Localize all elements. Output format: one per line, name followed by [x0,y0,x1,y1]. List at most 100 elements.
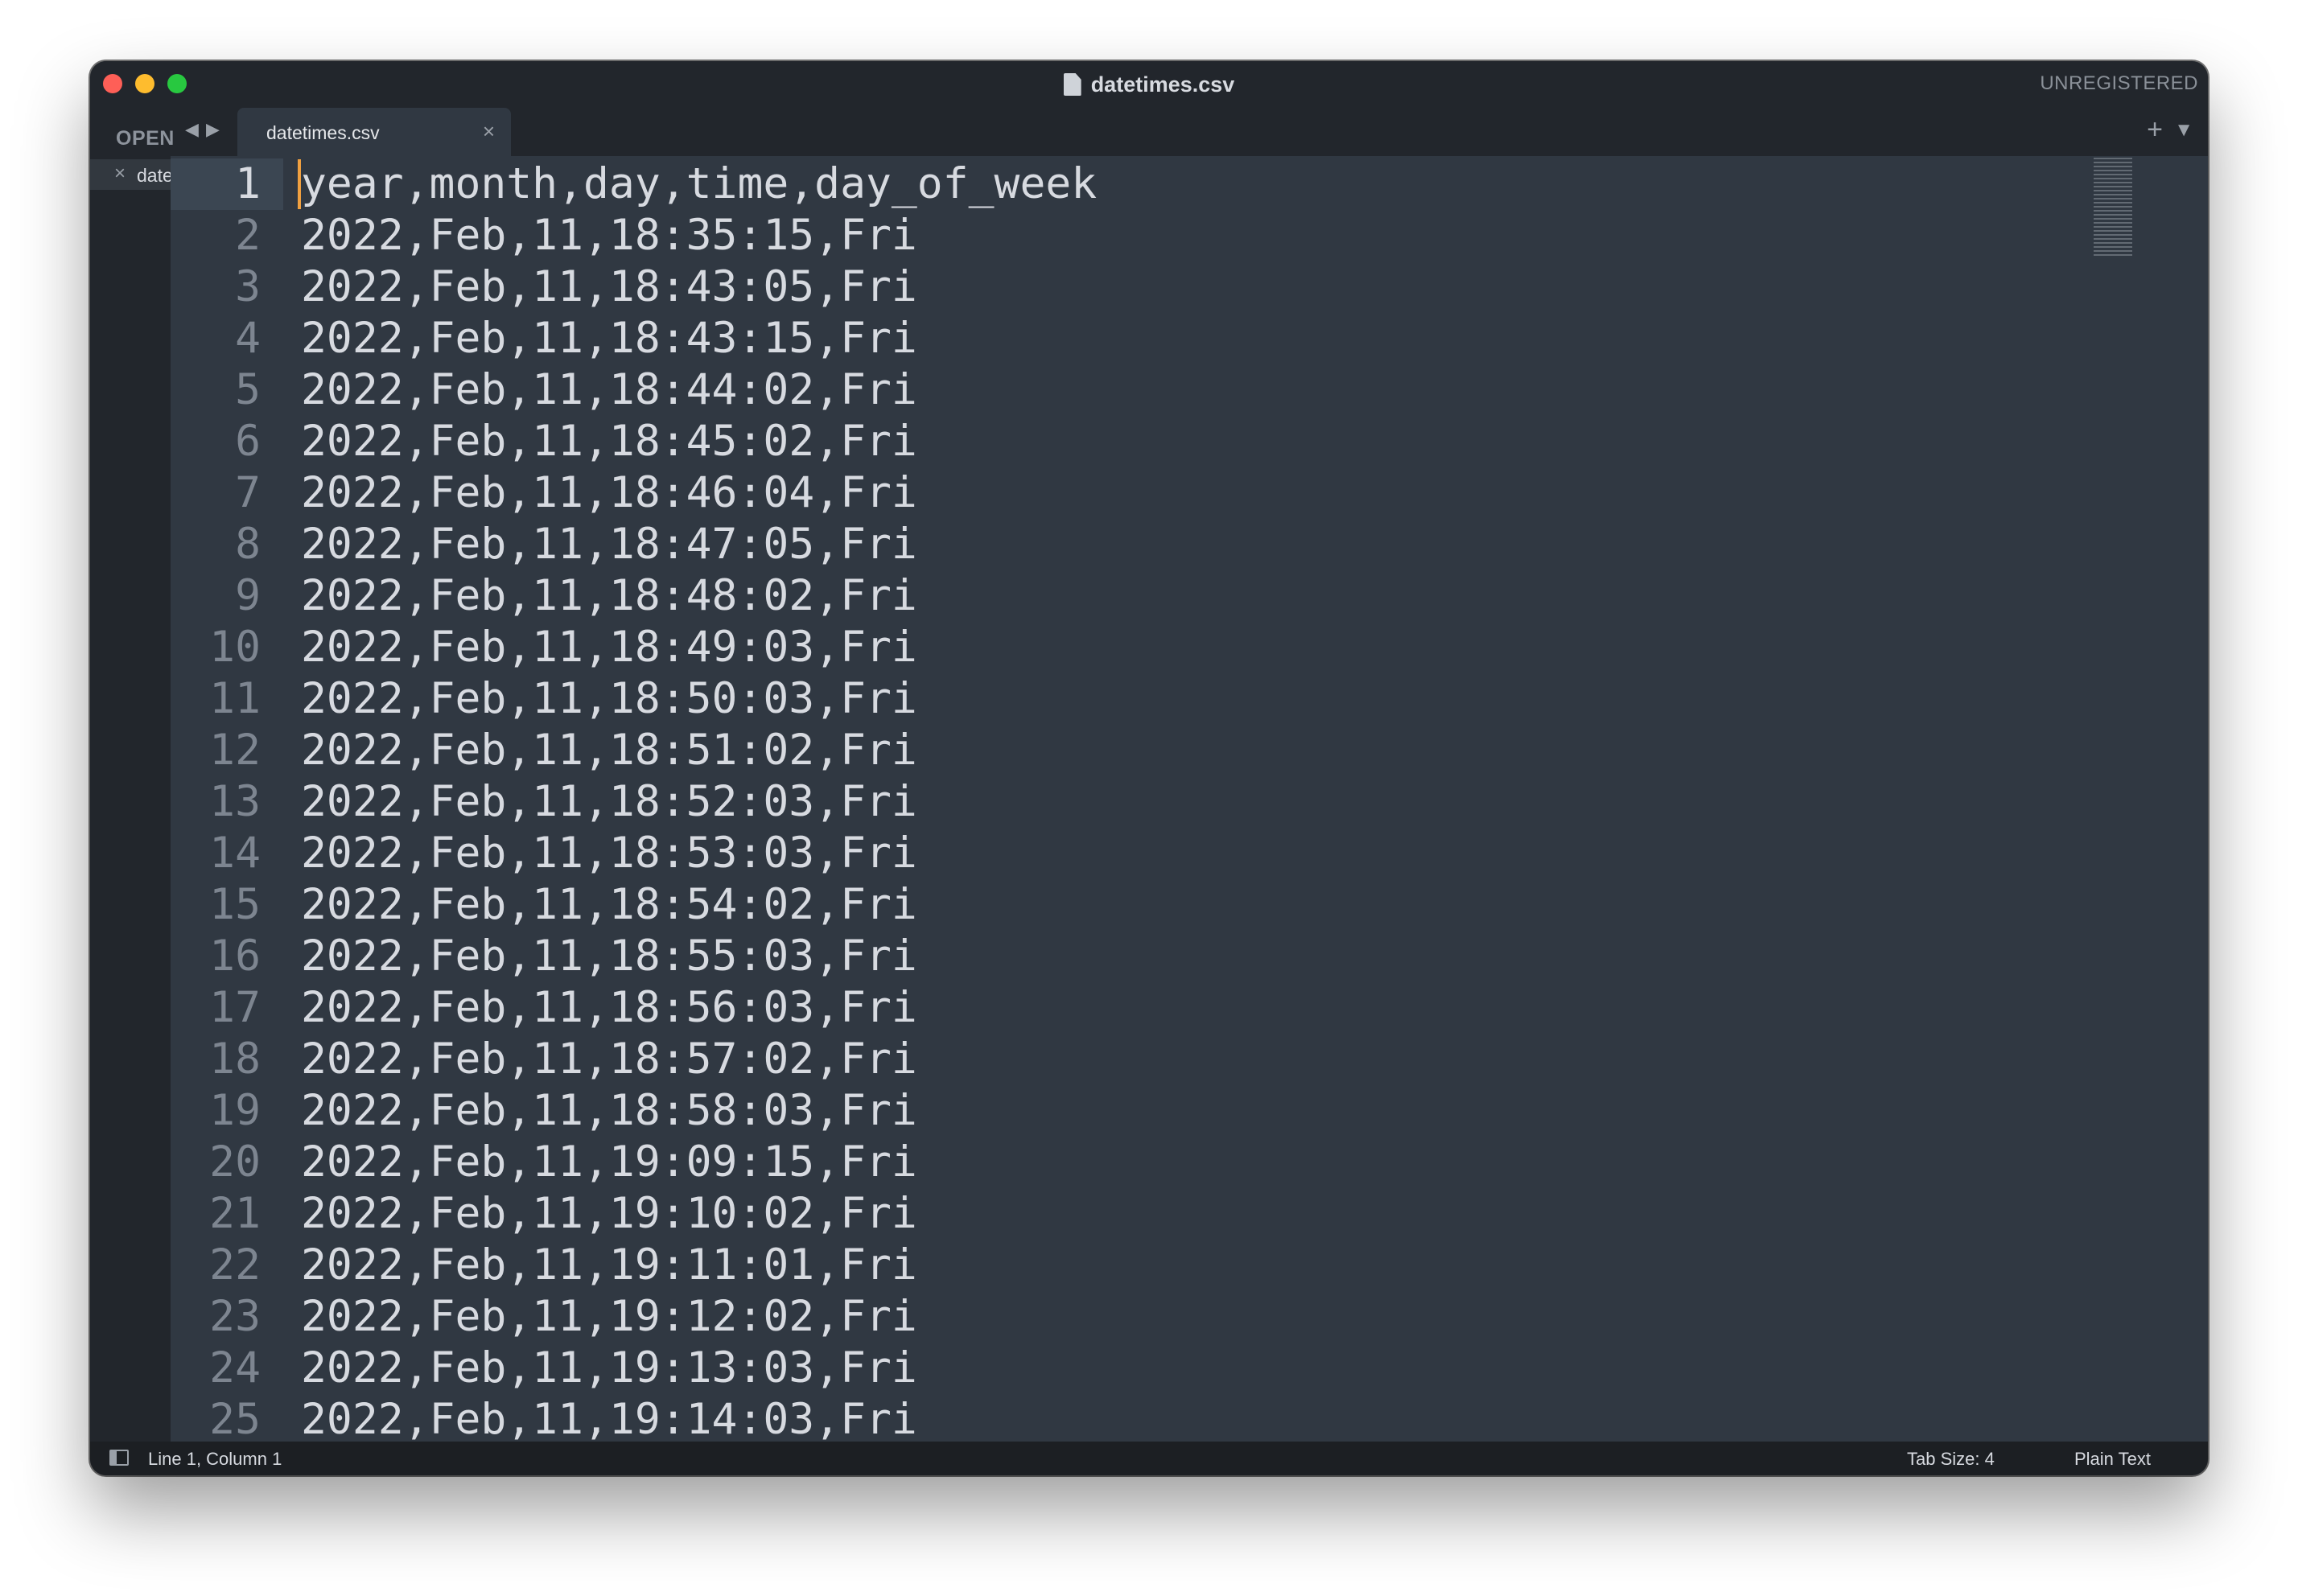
forward-arrow-icon[interactable]: ▶ [206,119,220,140]
sidebar-toggle-icon[interactable] [109,1450,129,1466]
code-line[interactable]: 16 2022,Feb,11,18:55:03,Fri [171,931,2021,982]
line-number: 14 [209,829,261,878]
code-line[interactable]: 17 2022,Feb,11,18:56:03,Fri [171,982,2021,1034]
line-number: 1 [235,159,261,208]
line-number: 18 [209,1035,261,1084]
status-bar: Line 1, Column 1 Tab Size: 4 Plain Text [90,1442,2208,1475]
line-text[interactable]: 2022,Feb,11,19:13:03,Fri [301,1343,917,1394]
code-line[interactable]: 2 2022,Feb,11,18:35:15,Fri [171,210,2021,261]
code-line[interactable]: 7 2022,Feb,11,18:46:04,Fri [171,467,2021,519]
code-line[interactable]: 13 2022,Feb,11,18:52:03,Fri [171,776,2021,828]
line-number: 24 [209,1343,261,1392]
tab-datetimes-csv[interactable]: datetimes.csv × [237,108,511,156]
line-text[interactable]: 2022,Feb,11,18:46:04,Fri [301,467,917,519]
line-text[interactable]: 2022,Feb,11,19:12:02,Fri [301,1291,917,1343]
line-number: 22 [209,1240,261,1290]
line-number: 9 [235,571,261,620]
sidebar: × datetimes.csv [90,156,171,1442]
sidebar-item-datetimes-csv[interactable]: × datetimes.csv [90,159,171,190]
line-number: 3 [235,262,261,311]
line-number: 8 [235,520,261,569]
line-text[interactable]: 2022,Feb,11,18:49:03,Fri [301,622,917,673]
tab-close-icon[interactable]: × [483,119,495,144]
line-text[interactable]: 2022,Feb,11,18:44:02,Fri [301,364,917,416]
line-number: 12 [209,726,261,775]
window-title-group: datetimes.csv [90,61,2208,108]
line-number: 20 [209,1137,261,1187]
line-number: 23 [209,1292,261,1341]
line-number: 16 [209,932,261,981]
line-text[interactable]: 2022,Feb,11,18:57:02,Fri [301,1034,917,1085]
line-number: 4 [235,314,261,363]
code-line[interactable]: 24 2022,Feb,11,19:13:03,Fri [171,1343,2021,1394]
code-line[interactable]: 10 2022,Feb,11,18:49:03,Fri [171,622,2021,673]
syntax-selector[interactable]: Plain Text [2074,1449,2151,1470]
line-text[interactable]: year,month,day,time,day_of_week [301,158,1097,210]
line-text[interactable]: 2022,Feb,11,18:43:05,Fri [301,261,917,313]
line-text[interactable]: 2022,Feb,11,18:48:02,Fri [301,570,917,622]
line-number: 13 [209,777,261,826]
code-line[interactable]: 1 year,month,day,time,day_of_week [171,158,2021,210]
code-line[interactable]: 5 2022,Feb,11,18:44:02,Fri [171,364,2021,416]
tab-menu-icon[interactable]: ▼ [2174,119,2193,142]
code-line[interactable]: 4 2022,Feb,11,18:43:15,Fri [171,313,2021,364]
line-text[interactable]: 2022,Feb,11,19:14:03,Fri [301,1394,917,1442]
line-number: 25 [209,1395,261,1442]
line-text[interactable]: 2022,Feb,11,18:45:02,Fri [301,416,917,467]
line-text[interactable]: 2022,Feb,11,18:35:15,Fri [301,210,917,261]
code-line[interactable]: 20 2022,Feb,11,19:09:15,Fri [171,1137,2021,1188]
tab-bar: OPEN FILES ◀ ▶ datetimes.csv × + ▼ [90,108,2208,156]
line-number: 7 [235,468,261,517]
line-text[interactable]: 2022,Feb,11,19:11:01,Fri [301,1240,917,1291]
line-text[interactable]: 2022,Feb,11,18:47:05,Fri [301,519,917,570]
title-bar: datetimes.csv UNREGISTERED [90,61,2208,108]
tab-label: datetimes.csv [266,122,380,143]
line-number: 5 [235,365,261,414]
code-line[interactable]: 22 2022,Feb,11,19:11:01,Fri [171,1240,2021,1291]
code-line[interactable]: 25 2022,Feb,11,19:14:03,Fri [171,1394,2021,1442]
code-line[interactable]: 19 2022,Feb,11,18:58:03,Fri [171,1085,2021,1137]
line-text[interactable]: 2022,Feb,11,19:09:15,Fri [301,1137,917,1188]
line-text[interactable]: 2022,Feb,11,18:50:03,Fri [301,673,917,725]
line-number: 6 [235,417,261,466]
line-text[interactable]: 2022,Feb,11,18:51:02,Fri [301,725,917,776]
code-line[interactable]: 23 2022,Feb,11,19:12:02,Fri [171,1291,2021,1343]
code-line[interactable]: 9 2022,Feb,11,18:48:02,Fri [171,570,2021,622]
line-number: 15 [209,880,261,929]
editor-window: datetimes.csv UNREGISTERED OPEN FILES ◀ … [90,61,2208,1475]
new-tab-icon[interactable]: + [2147,114,2163,146]
code-line[interactable]: 12 2022,Feb,11,18:51:02,Fri [171,725,2021,776]
line-number: 21 [209,1189,261,1238]
line-text[interactable]: 2022,Feb,11,18:58:03,Fri [301,1085,917,1137]
minimap[interactable] [2094,158,2132,257]
back-arrow-icon[interactable]: ◀ [185,119,199,140]
file-icon [1063,73,1081,96]
window-title: datetimes.csv [1090,72,1235,97]
line-text[interactable]: 2022,Feb,11,18:52:03,Fri [301,776,917,828]
cursor-position: Line 1, Column 1 [148,1449,282,1469]
line-number: 17 [209,983,261,1032]
line-text[interactable]: 2022,Feb,11,18:55:03,Fri [301,931,917,982]
line-text[interactable]: 2022,Feb,11,18:54:02,Fri [301,879,917,931]
sidebar-item-label: datetimes.csv [137,165,171,186]
registration-status: UNREGISTERED [2040,72,2198,94]
close-icon[interactable]: × [114,162,126,185]
code-line[interactable]: 11 2022,Feb,11,18:50:03,Fri [171,673,2021,725]
text-caret [298,159,301,209]
open-files-label: OPEN FILES [116,127,180,150]
line-number: 19 [209,1086,261,1135]
code-line[interactable]: 21 2022,Feb,11,19:10:02,Fri [171,1188,2021,1240]
line-text[interactable]: 2022,Feb,11,18:43:15,Fri [301,313,917,364]
code-editor[interactable]: 1 year,month,day,time,day_of_week 2 2022,Fe… [171,156,2208,1442]
code-line[interactable]: 8 2022,Feb,11,18:47:05,Fri [171,519,2021,570]
code-line[interactable]: 15 2022,Feb,11,18:54:02,Fri [171,879,2021,931]
code-line[interactable]: 3 2022,Feb,11,18:43:05,Fri [171,261,2021,313]
tab-size-selector[interactable]: Tab Size: 4 [1907,1449,1995,1470]
line-number: 10 [209,623,261,672]
code-line[interactable]: 14 2022,Feb,11,18:53:03,Fri [171,828,2021,879]
line-text[interactable]: 2022,Feb,11,19:10:02,Fri [301,1188,917,1240]
code-line[interactable]: 6 2022,Feb,11,18:45:02,Fri [171,416,2021,467]
line-text[interactable]: 2022,Feb,11,18:56:03,Fri [301,982,917,1034]
line-text[interactable]: 2022,Feb,11,18:53:03,Fri [301,828,917,879]
code-line[interactable]: 18 2022,Feb,11,18:57:02,Fri [171,1034,2021,1085]
